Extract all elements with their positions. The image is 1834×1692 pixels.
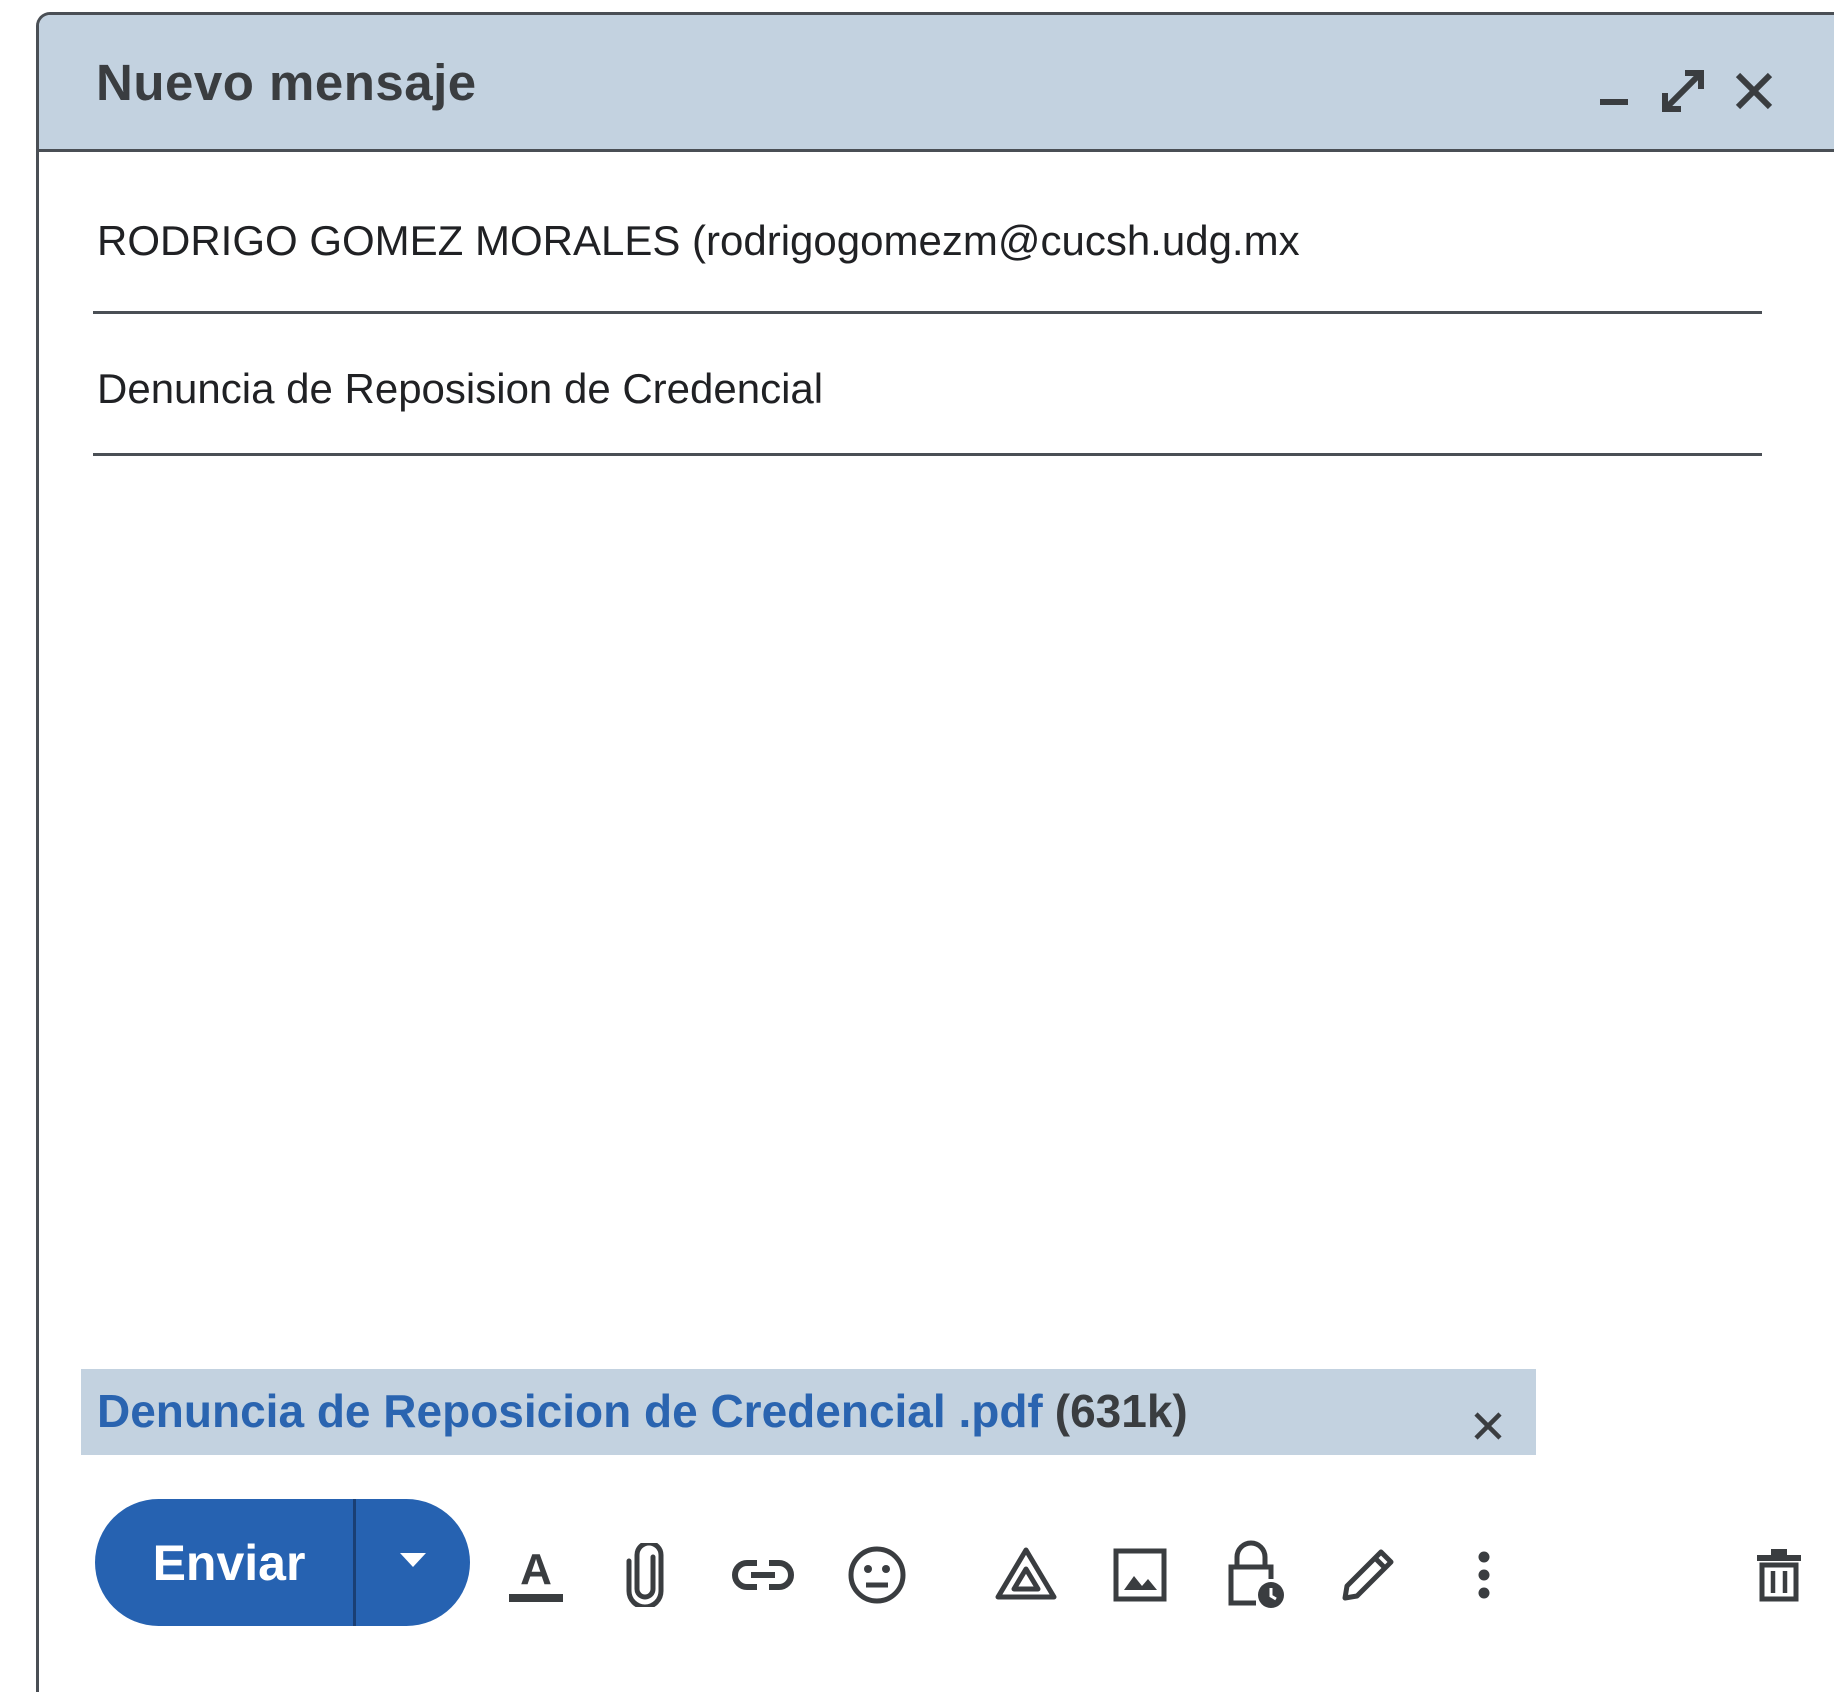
- link-icon: [731, 1555, 795, 1600]
- insert-link-button[interactable]: [728, 1542, 798, 1612]
- formatting-options-button[interactable]: A: [501, 1542, 571, 1612]
- attachment-chip[interactable]: Denuncia de Reposicion de Credencial .pd…: [81, 1369, 1536, 1455]
- insert-signature-button[interactable]: [1333, 1542, 1403, 1612]
- compose-title: Nuevo mensaje: [96, 54, 477, 111]
- attachment-name[interactable]: Denuncia de Reposicion de Credencial .pd…: [97, 1385, 1043, 1437]
- subject-field-value: Denuncia de Reposision de Credencial: [97, 365, 824, 412]
- remove-attachment-button[interactable]: [1473, 1411, 1503, 1446]
- compose-header: Nuevo mensaje: [39, 15, 1834, 152]
- expand-button[interactable]: [1657, 65, 1709, 117]
- attachment-name-line: Denuncia de Reposicion de Credencial .pd…: [97, 1384, 1188, 1438]
- to-field[interactable]: RODRIGO GOMEZ MORALES (rodrigogomezm@cuc…: [93, 195, 1762, 314]
- minimize-icon: [1596, 73, 1632, 109]
- send-options-button[interactable]: [356, 1499, 470, 1626]
- subject-field[interactable]: Denuncia de Reposision de Credencial: [93, 345, 1762, 456]
- to-field-value: RODRIGO GOMEZ MORALES (rodrigogomezm@cuc…: [97, 217, 1300, 264]
- send-button-group: Enviar: [95, 1499, 470, 1626]
- compose-window: Nuevo mensaje RODRIGO GOMEZ MORALES (rod…: [36, 12, 1834, 1692]
- close-icon: [1733, 70, 1775, 112]
- send-button[interactable]: Enviar: [95, 1499, 353, 1626]
- close-icon: [1473, 1412, 1503, 1445]
- close-button[interactable]: [1728, 65, 1780, 117]
- discard-draft-button[interactable]: [1744, 1542, 1814, 1612]
- paperclip-icon: [620, 1540, 670, 1612]
- trash-icon: [1753, 1547, 1805, 1608]
- svg-text:A: A: [520, 1545, 552, 1594]
- attachment-size: (631k): [1054, 1385, 1188, 1437]
- attach-file-button[interactable]: [610, 1540, 680, 1612]
- insert-photo-button[interactable]: [1105, 1542, 1175, 1612]
- expand-icon: [1661, 69, 1705, 113]
- drive-icon: [992, 1545, 1060, 1610]
- signature-pen-icon: [1337, 1544, 1399, 1611]
- caret-down-icon: [397, 1550, 429, 1575]
- more-options-icon: [1476, 1549, 1492, 1606]
- minimize-button[interactable]: [1588, 65, 1640, 117]
- confidential-lock-icon: [1223, 1539, 1287, 1616]
- insert-drive-file-button[interactable]: [991, 1542, 1061, 1612]
- text-format-icon: A: [505, 1544, 567, 1611]
- more-options-button[interactable]: [1449, 1542, 1519, 1612]
- message-body[interactable]: [93, 475, 1762, 1355]
- insert-emoji-button[interactable]: [842, 1542, 912, 1612]
- emoji-icon: [846, 1544, 908, 1611]
- confidential-mode-button[interactable]: [1220, 1540, 1290, 1612]
- image-icon: [1111, 1546, 1169, 1609]
